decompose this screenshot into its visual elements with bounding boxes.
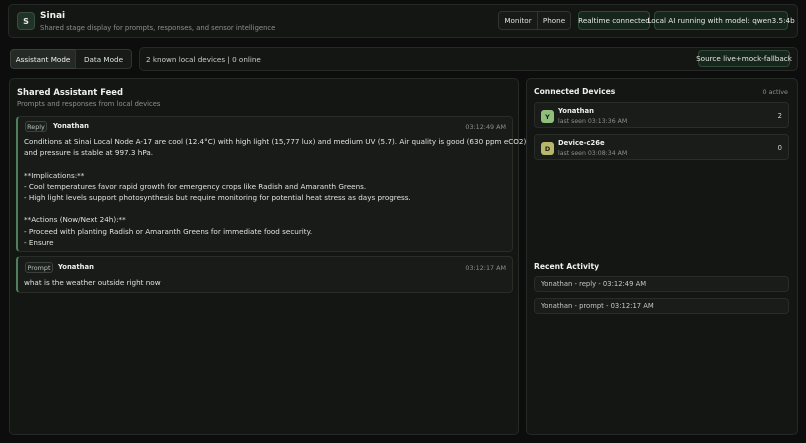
message-line (24, 158, 529, 169)
device-card-c26e[interactable]: D Device-c26e last seen 03:08:34 AM 0 (534, 134, 789, 160)
message-line: what is the weather outside right now (24, 278, 161, 287)
avatar: Y (541, 110, 554, 123)
message-line: **Implications:** (24, 170, 85, 180)
source-badge: Source live+mock-fallback (696, 50, 792, 67)
message-line: - Cool temperatures favor rapid growth f… (24, 181, 367, 191)
device-summary-text: 2 known local devices | 0 online (146, 55, 261, 64)
device-count: 0 (777, 144, 782, 152)
entry-type-tag: Prompt (25, 262, 53, 273)
device-last-seen: last seen 03:08:34 AM (558, 150, 628, 157)
connected-devices-panel: Connected Devices 0 active Y Yonathan la… (526, 78, 798, 435)
entry-message: what is the weather outside right now (24, 277, 161, 288)
recent-activity-title: Recent Activity (534, 262, 600, 271)
realtime-status-badge: Realtime connected (578, 11, 650, 30)
entry-message: Conditions at Sinai Local Node A-17 are … (24, 136, 529, 248)
message-line: - Ensure (24, 237, 54, 247)
device-card-yonathan[interactable]: Y Yonathan last seen 03:13:36 AM 2 (534, 102, 789, 128)
entry-time: 03:12:17 AM (465, 264, 506, 272)
message-line: - Proceed with planting Radish or Amaran… (24, 226, 313, 236)
feed-subtitle: Prompts and responses from local devices (17, 100, 161, 108)
message-line: Conditions at Sinai Local Node A-17 are … (24, 137, 529, 146)
mode-tab-data[interactable]: Data Mode (75, 49, 132, 69)
devices-active-count: 0 active (762, 88, 788, 96)
device-last-seen: last seen 03:13:36 AM (558, 118, 628, 125)
app-logo: S (17, 12, 35, 30)
activity-item[interactable]: Yonathan - reply - 03:12:49 AM (534, 276, 789, 292)
entry-type-tag: Reply (25, 121, 47, 132)
device-name: Device-c26e (558, 139, 605, 147)
mode-tab-assistant[interactable]: Assistant Mode (10, 49, 76, 69)
app-subtitle: Shared stage display for prompts, respon… (40, 24, 276, 32)
view-toggle-monitor[interactable]: Monitor (498, 11, 538, 30)
entry-user: Yonathan (58, 263, 94, 271)
feed-entry-reply[interactable]: Reply Yonathan 03:12:49 AM Conditions at… (16, 116, 529, 252)
device-name: Yonathan (558, 107, 594, 115)
message-line: and pressure is stable at 997.3 hPa. (24, 148, 154, 158)
device-count: 2 (777, 112, 782, 120)
app-title: Sinai (40, 11, 66, 21)
feed-entry-prompt[interactable]: Prompt Yonathan 03:12:17 AM what is the … (16, 256, 513, 293)
avatar: D (541, 142, 554, 155)
message-line: - High light levels support photosynthes… (24, 193, 411, 203)
message-line: **Actions (Now/Next 24h):** (24, 215, 126, 225)
entry-time: 03:12:49 AM (465, 123, 506, 131)
assistant-feed-panel: Shared Assistant Feed Prompts and respon… (9, 78, 529, 435)
message-line (24, 203, 529, 214)
entry-user: Yonathan (53, 122, 89, 130)
view-toggle-phone[interactable]: Phone (537, 11, 571, 30)
activity-item[interactable]: Yonathan - prompt - 03:12:17 AM (534, 298, 789, 314)
feed-title: Shared Assistant Feed (17, 87, 123, 97)
devices-title: Connected Devices (534, 87, 616, 96)
ai-status-badge: Local AI running with model: qwen3.5:4b (647, 11, 795, 30)
